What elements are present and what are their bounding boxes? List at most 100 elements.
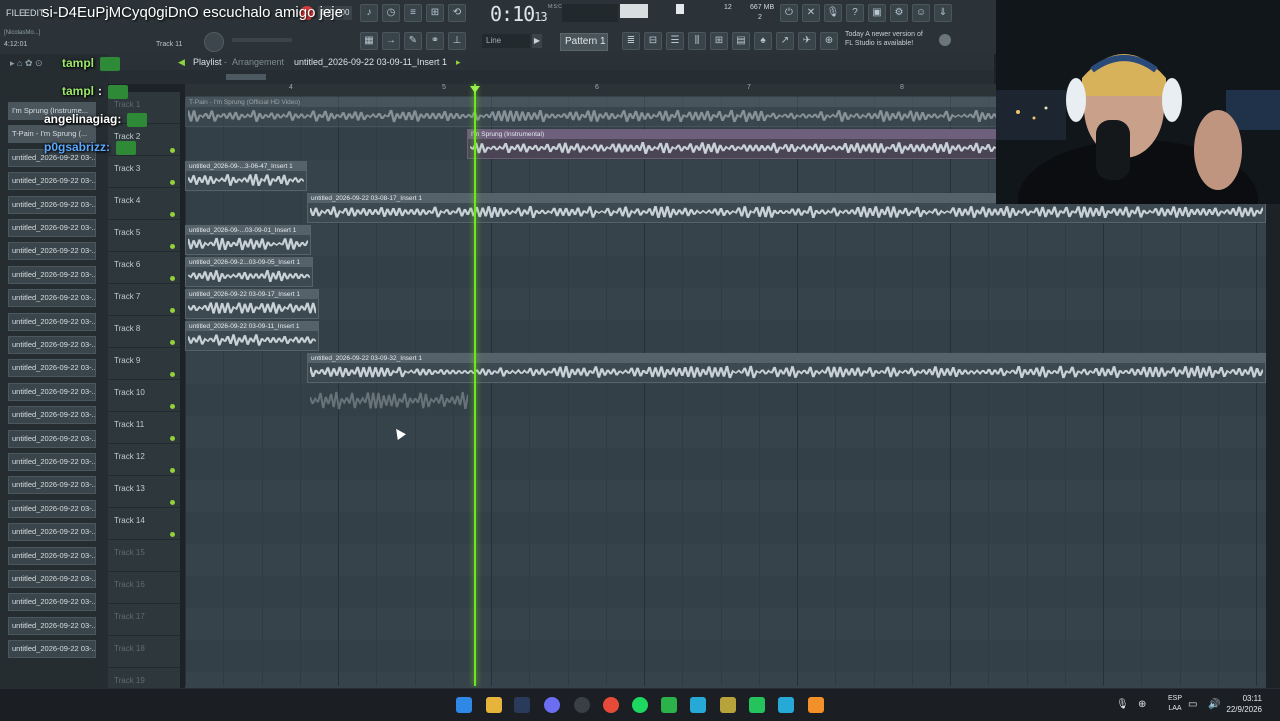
network-tray-icon[interactable]: ⊕ (1138, 699, 1146, 710)
audio-clip[interactable]: untitled_2026-09-22 03-09-11_Insert 1 (185, 321, 319, 351)
mixer-button[interactable]: ✕ (802, 4, 820, 22)
track-mute-led[interactable] (170, 212, 175, 217)
system-clock[interactable]: 03:11 22/9/2026 (1226, 693, 1262, 715)
track-header[interactable]: Track 5 (108, 220, 180, 252)
countdown-button[interactable]: ≡ (404, 4, 422, 22)
track-mute-led[interactable] (170, 436, 175, 441)
playlist-current-clip[interactable]: untitled_2026-09-22 03-09-11_Insert 1 (294, 54, 447, 70)
plugin-button[interactable]: ⚙ (890, 4, 908, 22)
audio-clip[interactable]: untitled_2026-09-...03-09-01_Insert 1 (185, 225, 311, 255)
track-header[interactable]: Track 14 (108, 508, 180, 540)
browser-item[interactable]: untitled_2026-09-22 03-... (8, 570, 96, 588)
save-button[interactable]: ▣ (868, 4, 886, 22)
playhead[interactable] (474, 84, 476, 686)
browser-item[interactable]: untitled_2026-09-22 03-... (8, 242, 96, 261)
browser-item[interactable]: untitled_2026-09-22 03-... (8, 265, 96, 284)
download-button[interactable]: ⇓ (934, 4, 952, 22)
volume-tray-icon[interactable]: 🔊 (1208, 699, 1220, 710)
update-notice[interactable]: Today A newer version of FL Studio is av… (845, 30, 935, 48)
browser-item[interactable]: untitled_2026-09-22 03-... (8, 476, 96, 495)
touch-keyboard-icon[interactable]: ↗ (776, 32, 794, 50)
tempo-icon[interactable]: ♠ (754, 32, 772, 50)
track-header[interactable]: Track 13 (108, 476, 180, 508)
browser-item[interactable]: untitled_2026-09-22 03-... (8, 593, 96, 612)
playlist-scroll-thumb[interactable] (226, 74, 266, 80)
track-header[interactable]: Track 10 (108, 380, 180, 412)
audio-clip[interactable]: untitled_2026-09-2...03-09-05_Insert 1 (185, 257, 313, 287)
piano-roll-icon[interactable]: ⊟ (644, 32, 662, 50)
browser-item[interactable]: untitled_2026-09-22 03-... (8, 499, 96, 518)
track-mute-led[interactable] (170, 532, 175, 537)
track-mute-led[interactable] (170, 308, 175, 313)
windows-start-icon[interactable] (456, 697, 472, 713)
playlist-section[interactable]: Arrangement (232, 54, 284, 70)
track-header[interactable]: Track 7 (108, 284, 180, 316)
menu-file[interactable]: FILE (6, 8, 25, 18)
browser-item[interactable]: untitled_2026-09-22 03-... (8, 616, 96, 635)
pencil-icon[interactable]: ✎ (404, 32, 422, 50)
language-indicator[interactable]: ESP LAA (1168, 694, 1182, 714)
track-header[interactable]: Track 6 (108, 252, 180, 284)
track-mute-led[interactable] (170, 468, 175, 473)
step-edit-button[interactable]: ⊞ (426, 4, 444, 22)
track-mute-led[interactable] (170, 404, 175, 409)
track-header[interactable]: Track 12 (108, 444, 180, 476)
playlist-icon[interactable]: ☰ (666, 32, 684, 50)
browser-item[interactable]: untitled_2026-09-22 03-... (8, 546, 96, 565)
project-info-icon[interactable]: ⊕ (820, 32, 838, 50)
app-icon[interactable] (690, 697, 706, 713)
track-mute-led[interactable] (170, 148, 175, 153)
browser-item[interactable]: untitled_2026-09-22 03-... (8, 336, 96, 354)
stamp-icon[interactable]: ⊥ (448, 32, 466, 50)
arrow-right-icon[interactable]: → (382, 32, 400, 50)
tempo-tap-button[interactable]: ? (846, 4, 864, 22)
browser-item[interactable]: untitled_2026-09-22 03-... (8, 640, 96, 659)
browser-item[interactable]: untitled_2026-09-22 03-... (8, 382, 96, 401)
spotify-icon[interactable] (632, 697, 648, 713)
track-mute-led[interactable] (170, 500, 175, 505)
track-mute-led[interactable] (170, 180, 175, 185)
display-tray-icon[interactable]: ▭ (1188, 699, 1197, 710)
loop-record-button[interactable]: ⟲ (448, 4, 466, 22)
wait-input-button[interactable]: ◷ (382, 4, 400, 22)
track-header[interactable]: Track 9 (108, 348, 180, 380)
track-header[interactable]: Track 18 (108, 636, 180, 668)
browser-item[interactable]: untitled_2026-09-22 03-... (8, 312, 96, 331)
browser-item[interactable]: untitled_2026-09-22 03-... (8, 289, 96, 308)
plugin-picker-icon[interactable]: ▤ (732, 32, 750, 50)
metronome-button[interactable]: ♪ (360, 4, 378, 22)
browser-item[interactable]: untitled_2026-09-22 03-... (8, 429, 96, 448)
browser-item[interactable]: untitled_2026-09-22 03-... (8, 453, 96, 471)
browser-item[interactable]: untitled_2026-09-22 03-... (8, 195, 96, 214)
browser-icon[interactable]: ⊞ (710, 32, 728, 50)
track-header[interactable]: Track 4 (108, 188, 180, 220)
online-button[interactable]: ⏻ (780, 4, 798, 22)
whatsapp-icon[interactable] (749, 697, 765, 713)
track-mute-led[interactable] (170, 340, 175, 345)
master-volume-knob[interactable] (204, 32, 224, 52)
track-mute-led[interactable] (170, 244, 175, 249)
mic-button[interactable]: 🎙 (824, 4, 842, 22)
playlist-scroll-bar[interactable] (108, 70, 994, 84)
browser-item[interactable]: untitled_2026-09-22 03-... (8, 523, 96, 542)
track-mute-led[interactable] (170, 276, 175, 281)
track-header[interactable]: Track 17 (108, 604, 180, 636)
capcut-icon[interactable] (661, 697, 677, 713)
playlist-next-arrow-icon[interactable]: ▸ (456, 54, 461, 70)
browser-item[interactable]: untitled_2026-09-22 03-... (8, 172, 96, 191)
update-icon[interactable] (939, 34, 951, 46)
song-position-clock[interactable]: 0:1013 (490, 2, 548, 26)
playlist-arrow-icon[interactable]: ◀ (178, 54, 185, 70)
track-header[interactable]: Track 16 (108, 572, 180, 604)
playhead-marker[interactable] (470, 86, 480, 93)
keyboard-icon[interactable]: ▦ (360, 32, 378, 50)
channel-rack-icon[interactable]: ≣ (622, 32, 640, 50)
track-header[interactable]: Track 3 (108, 156, 180, 188)
audio-clip[interactable]: untitled_2026-09-22 03-09-32_Insert 1 (307, 353, 1266, 383)
discord-icon[interactable] (544, 697, 560, 713)
audio-clip[interactable]: untitled_2026-09-...3-06-47_Insert 1 (185, 161, 307, 191)
snap-selector[interactable]: Line (482, 34, 530, 48)
fl-studio-icon[interactable] (808, 697, 824, 713)
steam-icon[interactable] (514, 697, 530, 713)
browser-item[interactable]: untitled_2026-09-22 03-... (8, 219, 96, 237)
